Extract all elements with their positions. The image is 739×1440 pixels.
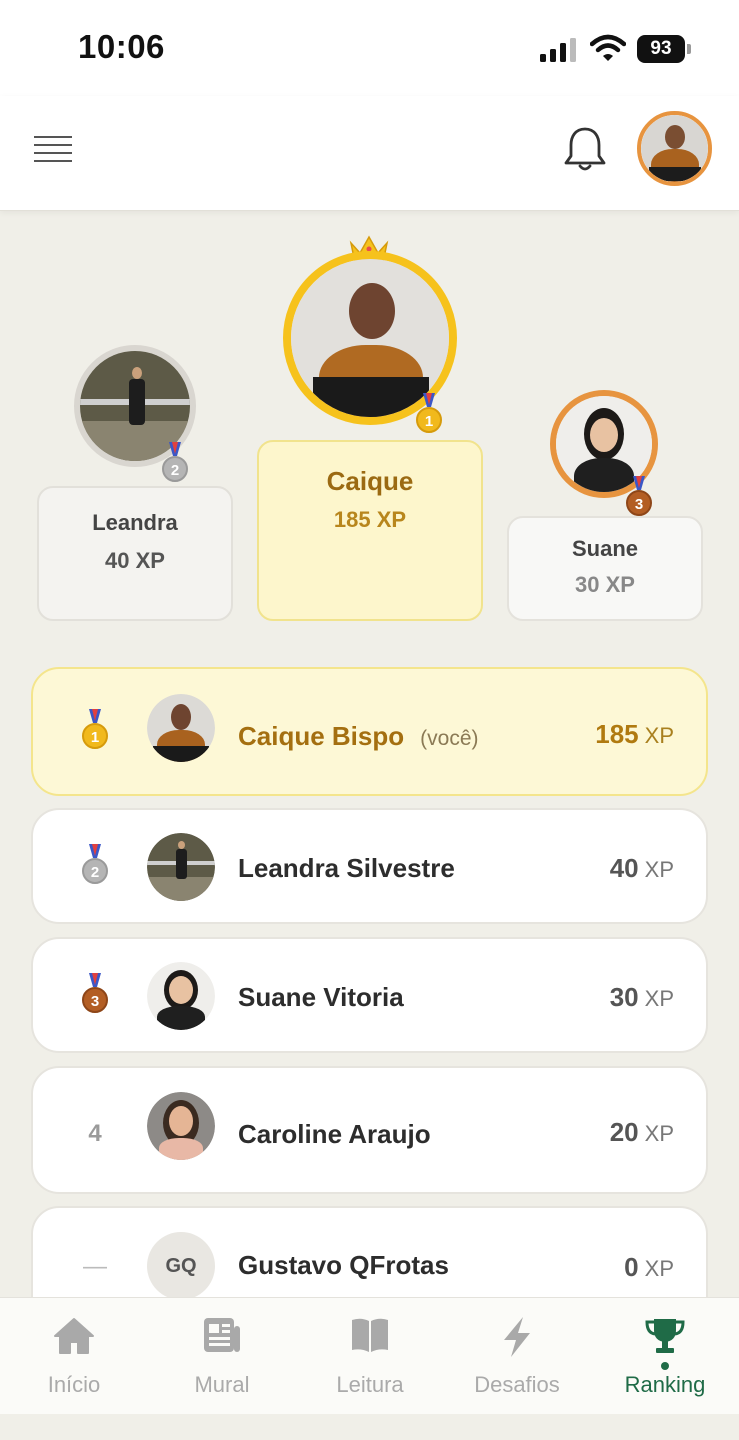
nav-inicio[interactable]: Início <box>0 1298 148 1415</box>
avatar <box>147 833 215 901</box>
medal-first-icon: 1 <box>416 393 442 433</box>
svg-text:1: 1 <box>425 413 433 430</box>
ranking-name: Gustavo QFrotas <box>238 1250 449 1280</box>
xp-unit: XP <box>644 1121 674 1146</box>
lightning-icon <box>504 1317 530 1357</box>
svg-text:1: 1 <box>91 729 99 746</box>
svg-text:3: 3 <box>635 496 643 513</box>
nav-label: Leitura <box>336 1372 404 1397</box>
podium-name: Caique <box>326 466 414 496</box>
nav-mural[interactable]: Mural <box>148 1298 296 1415</box>
nav-leitura[interactable]: Leitura <box>296 1298 444 1415</box>
podium-xp: 185 XP <box>333 507 407 532</box>
status-time: 10:06 <box>78 28 165 65</box>
xp-unit: XP <box>644 986 674 1011</box>
home-icon <box>54 1318 94 1354</box>
podium-card-first[interactable]: Caique 185 XP <box>257 440 483 621</box>
podium-card-second[interactable]: Leandra 40 XP <box>37 486 233 621</box>
nav-label: Desafios <box>474 1372 560 1397</box>
podium: 2 1 3 Leandra 40 XP Caique 185 XP Suane … <box>0 211 739 651</box>
home-indicator-area <box>0 1414 739 1440</box>
podium-card-third[interactable]: Suane 30 XP <box>507 516 703 621</box>
xp-unit: XP <box>644 857 674 882</box>
status-bar: 10:06 93 <box>0 0 739 96</box>
ranking-xp: 30 XP <box>610 982 674 1013</box>
medal-third-icon: 3 <box>82 973 108 1013</box>
nav-label: Início <box>47 1372 101 1397</box>
xp-value: 0 <box>624 1252 639 1282</box>
profile-avatar[interactable] <box>637 111 712 186</box>
ranking-row[interactable]: 3 Suane Vitoria 30 XP <box>31 937 708 1053</box>
ranking-row[interactable]: 2 Leandra Silvestre 40 XP <box>31 808 708 924</box>
xp-value: 40 <box>609 853 639 883</box>
medal-second-icon: 2 <box>162 442 188 482</box>
medal-second-icon: 2 <box>82 844 108 884</box>
svg-text:2: 2 <box>171 462 179 479</box>
ranking-row[interactable]: 4 Caroline Araujo 20 XP <box>31 1066 708 1194</box>
xp-unit: XP <box>644 723 674 748</box>
ranking-name-text: Caique Bispo <box>238 721 405 751</box>
rank-number: 4 <box>88 1120 102 1147</box>
svg-text:3: 3 <box>91 993 99 1010</box>
ranking-xp: 20 XP <box>610 1117 674 1148</box>
avatar-initials: GQ <box>147 1232 215 1300</box>
svg-text:2: 2 <box>91 864 99 881</box>
rank-number: — <box>83 1253 107 1280</box>
podium-xp: 30 XP <box>575 572 635 597</box>
battery-tip <box>687 44 691 54</box>
ranking-name: Caroline Araujo <box>238 1119 431 1149</box>
nav-label: Ranking <box>624 1372 706 1397</box>
bell-icon[interactable] <box>562 124 608 174</box>
nav-ranking[interactable]: Ranking <box>591 1298 739 1415</box>
xp-value: 185 <box>595 719 639 749</box>
avatar <box>147 1092 215 1160</box>
xp-unit: XP <box>644 1256 674 1281</box>
podium-name: Suane <box>571 536 639 561</box>
medal-first-icon: 1 <box>82 709 108 749</box>
battery-level: 93 <box>637 35 685 63</box>
hamburger-icon[interactable] <box>34 136 72 166</box>
nav-desafios[interactable]: Desafios <box>443 1298 591 1415</box>
wifi-icon <box>590 34 626 61</box>
ranking-xp: 40 XP <box>610 853 674 884</box>
avatar <box>147 694 215 762</box>
book-icon <box>352 1318 388 1352</box>
podium-name: Leandra <box>92 510 178 535</box>
ranking-name: Leandra Silvestre <box>238 853 455 883</box>
active-indicator-dot <box>661 1362 669 1370</box>
nav-label: Mural <box>194 1372 250 1397</box>
ranking-name: Suane Vitoria <box>238 982 404 1012</box>
podium-xp: 40 XP <box>105 548 165 573</box>
xp-value: 30 <box>609 982 639 1012</box>
you-tag: (você) <box>420 727 479 750</box>
ranking-xp: 0 XP <box>624 1252 674 1283</box>
newspaper-icon <box>204 1318 240 1352</box>
app-header <box>0 96 739 211</box>
battery-indicator: 93 <box>637 35 691 63</box>
cellular-signal-icon <box>540 38 576 62</box>
ranking-xp: 185 XP <box>595 719 674 750</box>
avatar <box>147 962 215 1030</box>
ranking-row-current-user[interactable]: 1 Caique Bispo (você) 185 XP <box>31 667 708 796</box>
xp-value: 20 <box>609 1117 639 1147</box>
ranking-name: Caique Bispo (você) <box>238 721 479 752</box>
trophy-icon <box>645 1319 685 1353</box>
medal-third-icon: 3 <box>626 476 652 516</box>
bottom-navigation: Início Mural Leitura Desafios Ranking <box>0 1297 739 1414</box>
